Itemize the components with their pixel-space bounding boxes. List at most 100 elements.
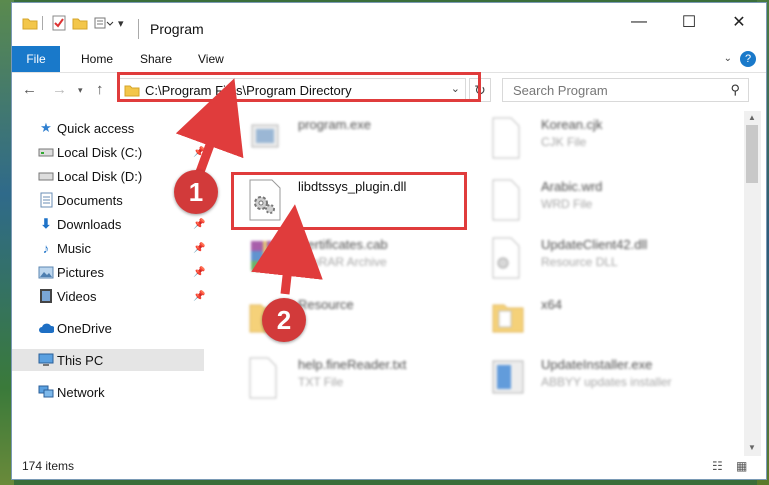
star-icon: ★: [40, 120, 52, 135]
sidebar-item-this-pc[interactable]: This PC: [12, 349, 204, 371]
sidebar-item-label: Documents: [57, 192, 123, 208]
blank-file-icon: [491, 117, 525, 161]
winrar-icon: [248, 237, 282, 281]
details-view-icon[interactable]: ☷: [712, 459, 723, 473]
scroll-down-arrow-icon[interactable]: ▼: [748, 443, 756, 452]
sidebar-item-videos[interactable]: Videos 📌: [12, 285, 205, 307]
file-name: Arabic.wrd: [541, 179, 603, 194]
help-button[interactable]: ?: [740, 51, 756, 67]
computer-icon: [38, 352, 54, 368]
videos-icon: [38, 288, 54, 304]
new-folder-icon[interactable]: [72, 13, 88, 33]
exe-icon: [248, 117, 282, 161]
file-name: x64: [541, 297, 562, 312]
documents-icon: [38, 192, 54, 208]
file-highlight: [231, 172, 467, 230]
pin-icon[interactable]: 📌: [193, 267, 205, 278]
sidebar-item-quick-access[interactable]: ★ Quick access: [12, 117, 204, 139]
tab-view[interactable]: View: [198, 46, 224, 72]
list-item[interactable]: Korean.cjk CJK File: [491, 115, 721, 167]
list-item[interactable]: program.exe: [248, 115, 478, 167]
file-type: WinRAR Archive: [298, 255, 387, 269]
step-badge-1: 1: [174, 170, 218, 214]
sidebar-item-label: Pictures: [57, 264, 104, 280]
list-item[interactable]: Arabic.wrd WRD File: [491, 177, 721, 229]
pin-icon[interactable]: 📌: [193, 243, 205, 254]
list-item[interactable]: help.fineReader.txt TXT File: [248, 355, 478, 407]
sidebar-item-local-disk-c[interactable]: Local Disk (C:) 📌: [12, 141, 205, 163]
list-item[interactable]: UpdateInstaller.exe ABBYY updates instal…: [491, 355, 721, 407]
folder-icon: [22, 13, 38, 33]
navigation-pane: ★ Quick access Local Disk (C:) 📌 Local D…: [12, 111, 206, 451]
expand-ribbon-chevron-icon[interactable]: ⌄: [724, 53, 732, 64]
sidebar-item-label: Videos: [57, 288, 97, 304]
file-name: Korean.cjk: [541, 117, 603, 132]
step-badge-2: 2: [262, 298, 306, 342]
folder-icon: [491, 297, 525, 341]
installer-icon: [491, 357, 525, 401]
pin-icon[interactable]: 📌: [193, 219, 205, 230]
separator: [42, 16, 43, 30]
tab-share[interactable]: Share: [140, 46, 172, 72]
sidebar-item-label: Quick access: [57, 120, 135, 136]
pin-icon[interactable]: 📌: [193, 291, 205, 302]
tab-file[interactable]: File: [12, 46, 60, 72]
sidebar-item-label: Downloads: [57, 216, 122, 232]
pin-icon[interactable]: 📌: [193, 147, 205, 158]
sidebar-item-label: Music: [57, 240, 91, 256]
search-input[interactable]: Search Program ⚲: [502, 78, 749, 102]
file-name: Resource: [298, 297, 354, 312]
scrollbar-thumb[interactable]: [746, 125, 758, 183]
file-name: help.fineReader.txt: [298, 357, 407, 372]
ribbon-tabs: File Home Share View ? ⌄: [12, 46, 766, 73]
sidebar-item-pictures[interactable]: Pictures 📌: [12, 261, 205, 283]
download-icon: ⬇: [40, 216, 52, 231]
cloud-icon: [38, 320, 54, 336]
file-type: CJK File: [541, 135, 587, 149]
close-button[interactable]: ✕: [716, 7, 762, 37]
large-icons-view-icon[interactable]: ▦: [736, 459, 747, 473]
forward-arrow-icon[interactable]: →: [52, 81, 67, 98]
drive-icon: [38, 168, 54, 184]
up-arrow-icon[interactable]: ↑: [96, 81, 104, 98]
drive-icon: [38, 144, 54, 160]
sidebar-item-label: Local Disk (D:): [57, 168, 143, 184]
recent-locations-chevron-icon[interactable]: ▾: [78, 85, 83, 96]
pictures-icon: [38, 264, 54, 280]
list-item[interactable]: UpdateClient42.dll Resource DLL: [491, 235, 721, 287]
back-arrow-icon[interactable]: ←: [22, 81, 37, 98]
minimize-button[interactable]: —: [616, 7, 662, 37]
sidebar-item-downloads[interactable]: ⬇ Downloads 📌: [12, 213, 206, 235]
sidebar-item-label: This PC: [57, 352, 104, 368]
file-type: Resource DLL: [541, 255, 618, 269]
status-item-count: 174 items: [22, 459, 75, 473]
file-type: TXT File: [298, 375, 344, 389]
file-name: Certificates.cab: [298, 237, 388, 252]
separator: [138, 19, 139, 39]
list-item[interactable]: Certificates.cab WinRAR Archive: [248, 235, 478, 287]
sidebar-item-music[interactable]: ♪ Music 📌: [12, 237, 206, 259]
network-icon: [38, 384, 54, 400]
file-name: UpdateClient42.dll: [541, 237, 648, 252]
text-file-icon: [248, 357, 282, 401]
music-icon: ♪: [42, 240, 50, 256]
file-name: program.exe: [298, 117, 371, 132]
file-type: WRD File: [541, 197, 593, 211]
sidebar-item-onedrive[interactable]: OneDrive: [12, 317, 204, 339]
quick-access-toolbar-icon[interactable]: [94, 13, 114, 33]
search-icon: ⚲: [730, 82, 740, 97]
file-type: ABBYY updates installer: [541, 375, 672, 389]
customize-toolbar-chevron-icon[interactable]: ▾: [118, 13, 124, 33]
title-bar: ▾ Program — ☐ ✕: [12, 3, 766, 43]
sidebar-item-label: Local Disk (C:): [57, 144, 143, 160]
sidebar-item-network[interactable]: Network: [12, 381, 204, 403]
properties-icon[interactable]: [52, 13, 66, 33]
sidebar-item-label: Network: [57, 384, 105, 400]
dll-gear-icon: [491, 237, 525, 281]
scroll-up-arrow-icon[interactable]: ▲: [748, 113, 756, 122]
tab-home[interactable]: Home: [81, 46, 113, 72]
maximize-button[interactable]: ☐: [666, 7, 712, 37]
list-item[interactable]: x64: [491, 295, 721, 347]
address-bar-highlight: [117, 72, 481, 102]
vertical-scrollbar[interactable]: ▲ ▼: [744, 111, 761, 456]
